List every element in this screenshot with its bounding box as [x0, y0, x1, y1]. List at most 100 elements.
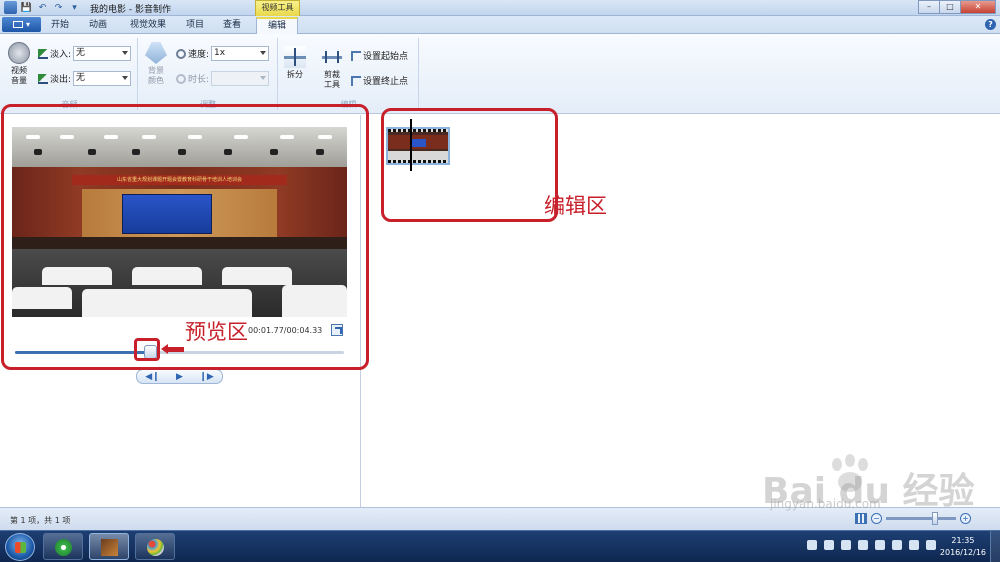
tab-visual-effects[interactable]: 视觉效果	[122, 18, 174, 34]
app-tray-icon[interactable]	[841, 540, 851, 550]
chevron-down-icon	[260, 76, 267, 80]
network-icon[interactable]	[892, 540, 902, 550]
show-desktop-button[interactable]	[990, 531, 1000, 562]
watermark-url: jingyan.baidu.com	[770, 497, 881, 511]
set-end-point-button[interactable]: 设置终止点	[351, 74, 408, 87]
title-bar: 💾 ↶ ↷ ▾ 我的电影 - 影音制作 视频工具 – □ ✕	[0, 0, 1000, 16]
ribbon: 视频 音量 淡入: 无 淡出: 无 音频 背景 颜色 速度: 1x 时长: 调整…	[0, 34, 1000, 114]
background-color-label: 背景 颜色	[148, 66, 164, 85]
notification-icon[interactable]	[926, 540, 936, 550]
context-tab-video-tools: 视频工具	[255, 0, 300, 16]
tab-home[interactable]: 开始	[45, 18, 75, 34]
group-audio: 视频 音量 淡入: 无 淡出: 无 音频	[2, 38, 138, 110]
zoom-control: − +	[855, 512, 971, 525]
chevron-down-icon	[122, 51, 129, 55]
trim-tool-label: 剪裁 工具	[324, 70, 340, 89]
file-menu-arrow: ▾	[25, 20, 30, 29]
quick-access-toolbar: 💾 ↶ ↷ ▾	[4, 1, 81, 14]
group-adjust: 背景 颜色 速度: 1x 时长: 调整	[139, 38, 278, 110]
fade-in-dropdown[interactable]: 无	[73, 46, 132, 61]
play-icon[interactable]: ▶	[176, 372, 183, 382]
taskbar-paint[interactable]	[135, 533, 175, 560]
fade-in-icon	[38, 48, 48, 59]
taskbar: 21:35 2016/12/16	[0, 530, 1000, 562]
speaker-icon	[8, 42, 30, 64]
set-start-point-button[interactable]: 设置起始点	[351, 49, 408, 62]
fade-out-icon	[38, 73, 48, 84]
minimize-button[interactable]: –	[918, 0, 940, 14]
qat-customize-icon[interactable]: ▾	[68, 1, 81, 14]
volume-icon[interactable]	[909, 540, 919, 550]
speed-dropdown[interactable]: 1x	[211, 46, 270, 61]
shield-icon[interactable]	[824, 540, 834, 550]
paint-bucket-icon	[145, 42, 167, 64]
speed-row: 速度: 1x	[176, 46, 270, 61]
split-icon	[284, 46, 306, 68]
status-text: 第 1 项，共 1 项	[10, 516, 71, 525]
chevron-down-icon	[260, 51, 267, 55]
thumbnail-size-icon[interactable]	[855, 513, 867, 524]
speed-label: 速度:	[188, 50, 210, 60]
next-frame-icon[interactable]: ❙▶	[199, 372, 213, 382]
speed-icon	[176, 48, 186, 59]
redo-icon[interactable]: ↷	[52, 1, 65, 14]
close-button[interactable]: ✕	[960, 0, 996, 14]
clock-icon	[176, 73, 186, 84]
file-menu-icon	[12, 21, 23, 28]
video-volume-button[interactable]: 视频 音量	[6, 42, 32, 86]
duration-row: 时长:	[176, 71, 270, 86]
annotation-edit-label: 编辑区	[544, 194, 607, 218]
speed-value: 1x	[214, 48, 226, 58]
split-label: 拆分	[287, 70, 303, 79]
tab-view[interactable]: 查看	[217, 18, 247, 34]
taskbar-clock[interactable]: 21:35 2016/12/16	[940, 535, 986, 559]
save-icon[interactable]: 💾	[20, 1, 33, 14]
fade-out-label: 淡出:	[50, 75, 72, 85]
keyboard-icon[interactable]	[807, 540, 817, 550]
zoom-in-button[interactable]: +	[960, 513, 971, 524]
group-edit: 拆分 剪裁 工具 设置起始点 设置终止点 编辑	[279, 38, 419, 110]
tab-animations[interactable]: 动画	[83, 18, 113, 34]
duration-dropdown	[211, 71, 270, 86]
file-menu-button[interactable]: ▾	[2, 17, 41, 32]
help-icon[interactable]: ?	[985, 19, 996, 30]
security-icon[interactable]	[858, 540, 868, 550]
set-end-label: 设置终止点	[363, 77, 409, 87]
undo-icon[interactable]: ↶	[36, 1, 49, 14]
trim-tool-button[interactable]: 剪裁 工具	[319, 46, 345, 90]
previous-frame-icon[interactable]: ◀❙	[145, 372, 159, 382]
window-controls: – □ ✕	[918, 0, 996, 14]
set-start-label: 设置起始点	[363, 52, 409, 62]
duration-label: 时长:	[188, 75, 210, 85]
annotation-arrow	[161, 344, 184, 354]
fade-in-row: 淡入: 无	[38, 46, 132, 61]
fade-out-value: 无	[76, 73, 86, 83]
media-player-icon	[55, 539, 72, 556]
taskbar-media-player[interactable]	[43, 533, 83, 560]
chevron-down-icon	[122, 76, 129, 80]
split-button[interactable]: 拆分	[282, 46, 308, 80]
fade-in-value: 无	[76, 48, 86, 58]
taskbar-movie-maker[interactable]	[89, 533, 129, 560]
video-volume-label: 视频 音量	[11, 66, 27, 85]
flag-icon[interactable]	[875, 540, 885, 550]
zoom-out-button[interactable]: −	[871, 513, 882, 524]
background-color-button[interactable]: 背景 颜色	[143, 42, 169, 86]
zoom-slider[interactable]	[886, 512, 956, 525]
app-icon[interactable]	[4, 1, 17, 14]
playback-controls: ◀❙ ▶ ❙▶	[136, 369, 223, 384]
system-tray	[807, 540, 936, 550]
start-button[interactable]	[5, 533, 35, 561]
window-title: 我的电影 - 影音制作	[90, 5, 171, 15]
set-end-icon	[351, 75, 361, 86]
tab-edit[interactable]: 编辑	[256, 17, 298, 35]
movie-maker-icon	[101, 539, 118, 556]
ribbon-tabs: ▾ 开始 动画 视觉效果 项目 查看 编辑 ?	[0, 16, 1000, 35]
trim-icon	[321, 46, 343, 68]
clock-time: 21:35	[951, 536, 975, 545]
clock-date: 2016/12/16	[939, 548, 986, 557]
tab-project[interactable]: 项目	[180, 18, 210, 34]
fade-out-dropdown[interactable]: 无	[73, 71, 132, 86]
annotation-edit-box	[381, 108, 558, 222]
maximize-button[interactable]: □	[939, 0, 961, 14]
